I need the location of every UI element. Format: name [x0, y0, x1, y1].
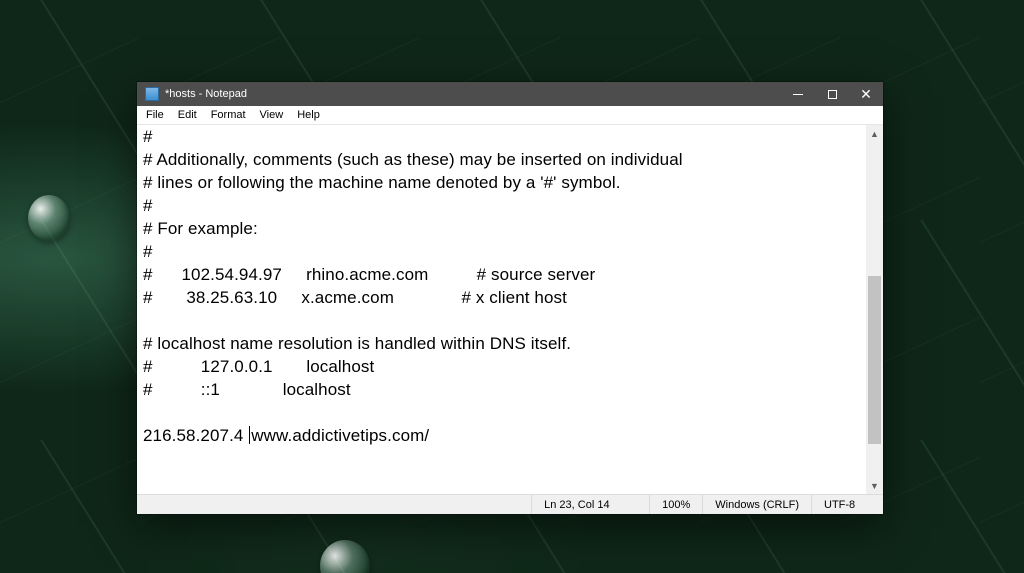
menu-file[interactable]: File — [139, 108, 171, 122]
text-line: # 38.25.63.10 x.acme.com # x client host — [143, 288, 567, 307]
text-line: # For example: — [143, 219, 258, 238]
text-line: # Additionally, comments (such as these)… — [143, 150, 683, 169]
minimize-button[interactable] — [781, 82, 815, 106]
text-line: 216.58.207.4 — [143, 426, 248, 445]
maximize-button[interactable] — [815, 82, 849, 106]
text-line: # — [143, 242, 153, 261]
text-line: # localhost name resolution is handled w… — [143, 334, 571, 353]
text-line: # ::1 localhost — [143, 380, 351, 399]
background-water-drop — [28, 195, 70, 241]
notepad-window: *hosts - Notepad ✕ File Edit Format View… — [137, 82, 883, 514]
vertical-scrollbar[interactable]: ▲ ▼ — [866, 125, 883, 494]
text-line: # — [143, 127, 153, 146]
maximize-icon — [828, 90, 837, 99]
status-spacer — [137, 495, 531, 514]
scroll-track[interactable] — [866, 142, 883, 477]
text-line: # 127.0.0.1 localhost — [143, 357, 374, 376]
menubar: File Edit Format View Help — [137, 106, 883, 125]
scroll-up-icon[interactable]: ▲ — [866, 125, 883, 142]
text-caret — [249, 426, 250, 444]
menu-help[interactable]: Help — [290, 108, 327, 122]
text-line: # — [143, 196, 153, 215]
close-button[interactable]: ✕ — [849, 82, 883, 106]
statusbar: Ln 23, Col 14 100% Windows (CRLF) UTF-8 — [137, 494, 883, 514]
text-line: # 102.54.94.97 rhino.acme.com # source s… — [143, 265, 595, 284]
menu-view[interactable]: View — [253, 108, 291, 122]
minimize-icon — [793, 94, 803, 95]
titlebar[interactable]: *hosts - Notepad ✕ — [137, 82, 883, 106]
background-water-drop — [320, 540, 370, 573]
close-icon: ✕ — [860, 87, 872, 101]
window-title: *hosts - Notepad — [165, 88, 247, 100]
scroll-down-icon[interactable]: ▼ — [866, 477, 883, 494]
status-line-ending: Windows (CRLF) — [702, 495, 811, 514]
status-zoom[interactable]: 100% — [649, 495, 702, 514]
status-caret-position: Ln 23, Col 14 — [531, 495, 649, 514]
text-line: # lines or following the machine name de… — [143, 173, 621, 192]
text-editor[interactable]: # # Additionally, comments (such as thes… — [137, 125, 866, 494]
scroll-thumb[interactable] — [868, 276, 881, 444]
app-icon — [145, 87, 159, 101]
menu-format[interactable]: Format — [204, 108, 253, 122]
menu-edit[interactable]: Edit — [171, 108, 204, 122]
text-line: www.addictivetips.com/ — [251, 426, 429, 445]
status-encoding: UTF-8 — [811, 495, 883, 514]
